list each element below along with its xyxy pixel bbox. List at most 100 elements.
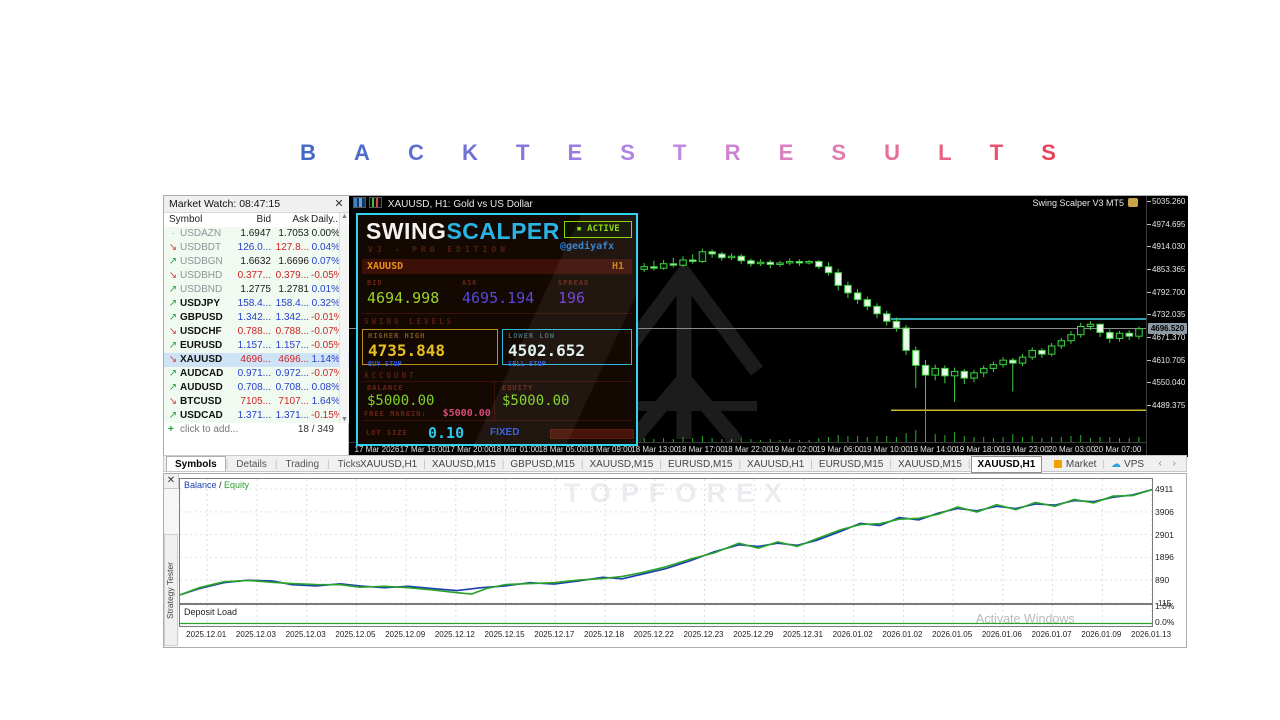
market-watch-row-usdchf[interactable]: ↘USDCHF0.788...0.788...-0.07% [164, 325, 349, 339]
ask-value: 127.8... [273, 241, 309, 255]
price-axis[interactable]: 5035.2604974.6954914.0304853.3654792.700… [1146, 196, 1188, 457]
column-daily[interactable]: Daily... [311, 213, 340, 227]
chart-tab-0[interactable]: XAUUSD,H1 [354, 457, 423, 472]
daily-change: 0.04% [311, 241, 340, 255]
tick-mark [1147, 269, 1151, 270]
price-tick: 5035.260 [1147, 198, 1187, 206]
legend-balance: Balance [184, 480, 217, 490]
daily-change: 1.14% [311, 353, 340, 367]
market-watch-scrollbar[interactable]: ▲ ▼ [339, 213, 348, 423]
time-tick: 18 Mar 09:00 [585, 445, 632, 454]
market-watch-row-btcusd[interactable]: ↘BTCUSD7105...7107...1.64% [164, 395, 349, 409]
symbol-name: GBPUSD [180, 311, 223, 325]
column-symbol[interactable]: Symbol [169, 213, 202, 227]
symbol-name: USDBND [180, 283, 222, 297]
deposit-load-label: Deposit Load [184, 607, 237, 617]
price-tick: 4732.035 [1147, 311, 1187, 319]
add-symbol-text[interactable]: click to add... [180, 423, 238, 437]
market-watch-row-audusd[interactable]: ↗AUDUSD0.708...0.708...0.08% [164, 381, 349, 395]
chart-title: XAUUSD, H1: Gold vs US Dollar [388, 199, 533, 210]
chart-tab-3[interactable]: XAUUSD,M15 [583, 457, 659, 472]
legend-separator: / [217, 480, 225, 490]
daily-change: -0.07% [311, 325, 340, 339]
market-watch-footer: + click to add... 18 / 349 [164, 423, 340, 437]
chart-tab-4[interactable]: EURUSD,M15 [662, 457, 738, 472]
market-watch-row-usdbgn[interactable]: ↗USDBGN1.66321.66960.07% [164, 255, 349, 269]
column-ask[interactable]: Ask [273, 213, 309, 227]
bid-value: 0.971... [234, 367, 271, 381]
chart-tab-1[interactable]: XAUUSD,M15 [426, 457, 502, 472]
active-badge: ▪ ACTIVE [564, 221, 632, 238]
current-price-badge: 4696.520 [1148, 323, 1187, 334]
percent-tick: 1.0% [1155, 602, 1185, 610]
higher-high-value: 4735.848 [368, 341, 492, 360]
chart-tab-6[interactable]: EURUSD,M15 [813, 457, 889, 472]
market-watch-row-usdbdt[interactable]: ↘USDBDT126.0...127.8...0.04% [164, 241, 349, 255]
ask-value: 0.788... [273, 325, 309, 339]
date-tick: 2026.01.09 [1081, 630, 1121, 639]
chart-tab-2[interactable]: GBPUSD,M15 [504, 457, 580, 472]
title-letter-6: S [620, 140, 635, 166]
market-watch-row-usdbhd[interactable]: ↘USDBHD0.377...0.379...-0.05% [164, 269, 349, 283]
ea-name-badge: Swing Scalper V3 MT5 [1032, 197, 1138, 210]
tab-trading[interactable]: Trading [277, 457, 327, 472]
close-icon[interactable]: ✕ [332, 197, 346, 211]
chart-tab-7[interactable]: XAUUSD,M15 [892, 457, 968, 472]
price-tick: 4792.700 [1147, 289, 1187, 297]
bid-block: BID 4694.998 [367, 279, 439, 307]
ask-value: 0.379... [273, 269, 309, 283]
add-symbol-icon[interactable]: + [168, 423, 174, 437]
chart-tab-8[interactable]: XAUUSD,H1 [971, 456, 1043, 473]
arrow-down-icon: ↘ [168, 353, 178, 367]
market-watch-row-xauusd[interactable]: ↘XAUUSD4696...4696...1.14% [164, 353, 349, 367]
column-bid[interactable]: Bid [234, 213, 271, 227]
strategy-tester-tab[interactable]: Strategy Tester [164, 534, 178, 646]
date-tick: 2026.01.05 [932, 630, 972, 639]
scroll-down-icon[interactable]: ▼ [340, 416, 349, 423]
cloud-icon: ☁ [1111, 459, 1121, 470]
chart-type-icon[interactable] [369, 197, 382, 208]
lower-low-value: 4502.652 [508, 341, 626, 360]
vps-button[interactable]: ☁VPS [1105, 457, 1150, 472]
chart-tab-5[interactable]: XAUUSD,H1 [741, 457, 810, 472]
price-tick: 4671.370 [1147, 334, 1187, 342]
market-watch-row-usdcad[interactable]: ↗USDCAD1.371...1.371...-0.15% [164, 409, 349, 423]
bottom-tab-strip: Symbols|Details|Trading|Ticks XAUUSD,H1|… [163, 455, 1187, 472]
lot-progress-bar [550, 429, 634, 439]
arrow-up-icon: ↗ [168, 339, 178, 353]
time-tick: 17 Mar 20:00 [446, 445, 493, 454]
market-watch-row-usdbnd[interactable]: ↗USDBND1.27751.27810.01% [164, 283, 349, 297]
symbol-count: 18 / 349 [298, 423, 334, 437]
graph-legend: Balance / Equity [184, 480, 249, 490]
bid-value: 0.377... [234, 269, 271, 283]
market-watch-row-eurusd[interactable]: ↗EURUSD1.157...1.157...-0.05% [164, 339, 349, 353]
strategy-tester-panel: ✕ Strategy Tester TOPFOREX Balance / Equ… [163, 473, 1187, 648]
time-tick: 18 Mar 13:00 [631, 445, 678, 454]
market-button[interactable]: Market [1048, 457, 1103, 472]
ea-name-text: Swing Scalper V3 MT5 [1032, 198, 1124, 208]
ask-value: 1.342... [273, 311, 309, 325]
scroll-up-icon[interactable]: ▲ [340, 213, 349, 220]
tab-details[interactable]: Details [228, 457, 275, 472]
close-icon[interactable]: ✕ [164, 474, 179, 489]
market-watch-row-usdjpy[interactable]: ↗USDJPY158.4...158.4...0.32% [164, 297, 349, 311]
title-letter-11: U [884, 140, 900, 166]
date-tick: 2026.01.06 [982, 630, 1022, 639]
panel-prices: BID 4694.998 ASK 4695.194 SPREAD 196 [362, 277, 632, 314]
market-watch-row-audcad[interactable]: ↗AUDCAD0.971...0.972...-0.07% [164, 367, 349, 381]
tab-symbols[interactable]: Symbols [166, 456, 226, 471]
title-letter-13: T [990, 140, 1003, 166]
tab-scroll-arrows[interactable]: ‹ › [1159, 456, 1180, 471]
daily-change: 0.00% [311, 227, 340, 241]
time-tick: 18 Mar 22:00 [724, 445, 771, 454]
window-menu-icon[interactable] [353, 197, 366, 208]
chart-window: XAUUSD, H1: Gold vs US Dollar Swing Scal… [349, 196, 1188, 457]
panel-symbol: XAUUSD [367, 259, 403, 274]
symbol-name: USDBHD [180, 269, 222, 283]
arrow-down-icon: ↘ [168, 241, 178, 255]
market-watch-row-gbpusd[interactable]: ↗GBPUSD1.342...1.342...-0.01% [164, 311, 349, 325]
ask-value: 158.4... [273, 297, 309, 311]
title-letter-1: A [354, 140, 370, 166]
ask-label: ASK [462, 279, 534, 287]
market-watch-row-usdazn[interactable]: ·USDAZN1.69471.70530.00% [164, 227, 349, 241]
